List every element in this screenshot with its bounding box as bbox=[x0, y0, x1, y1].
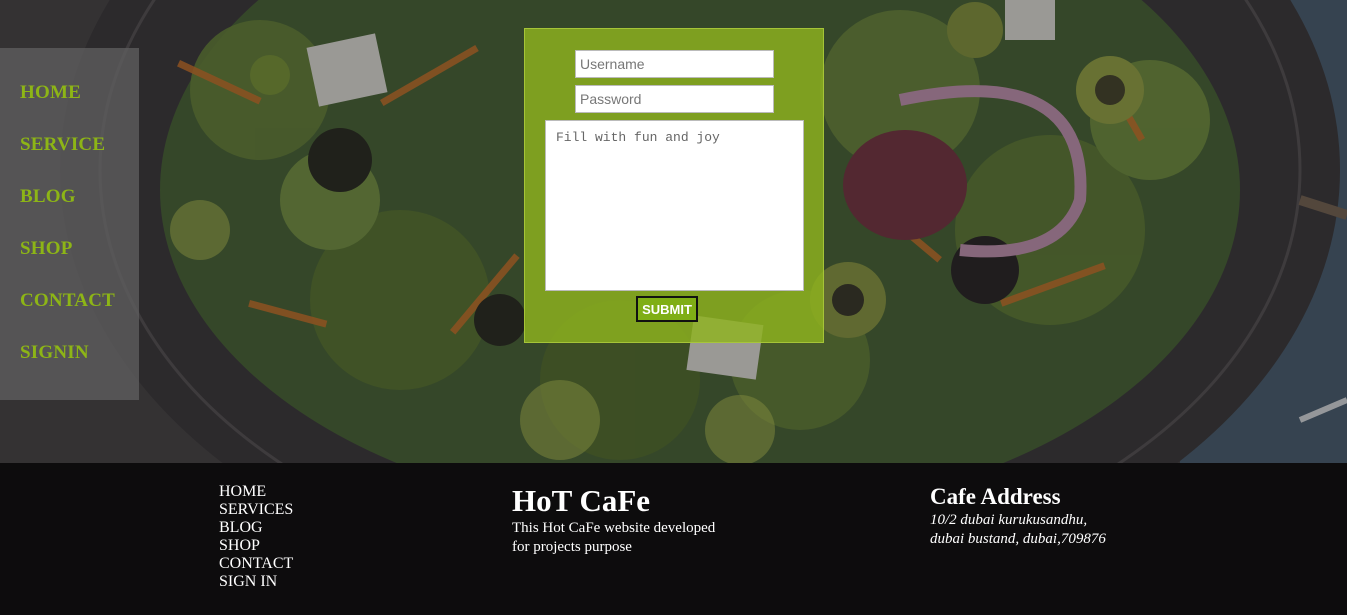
nav-item-home[interactable]: HOME bbox=[20, 82, 81, 104]
footer: HOME SERVICES BLOG SHOP CONTACT SIGN IN … bbox=[0, 463, 1347, 615]
footer-address: Cafe Address 10/2 dubai kurukusandhu, du… bbox=[930, 483, 1160, 549]
address-line-1: 10/2 dubai kurukusandhu, bbox=[930, 512, 1088, 528]
signin-form: SUBMIT bbox=[524, 28, 824, 343]
nav-item-shop[interactable]: SHOP bbox=[20, 238, 73, 260]
nav-item-blog[interactable]: BLOG bbox=[20, 186, 76, 208]
brand-title: HoT CaFe bbox=[512, 483, 651, 518]
address-line-2: dubai bustand, dubai,709876 bbox=[930, 531, 1106, 547]
footer-link-signin[interactable]: SIGN IN bbox=[219, 573, 293, 591]
footer-link-contact[interactable]: CONTACT bbox=[219, 555, 293, 573]
footer-link-home[interactable]: HOME bbox=[219, 483, 293, 501]
password-field[interactable] bbox=[575, 85, 774, 113]
nav-item-contact[interactable]: CONTACT bbox=[20, 290, 115, 312]
address-title: Cafe Address bbox=[930, 484, 1061, 509]
footer-brand: HoT CaFe This Hot CaFe website developed… bbox=[512, 483, 732, 557]
footer-links: HOME SERVICES BLOG SHOP CONTACT SIGN IN bbox=[219, 483, 293, 591]
nav-item-signin[interactable]: SIGNIN bbox=[20, 342, 89, 364]
side-navigation: HOME SERVICE BLOG SHOP CONTACT SIGNIN bbox=[0, 48, 139, 400]
brand-description: This Hot CaFe website developed for proj… bbox=[512, 520, 716, 555]
nav-item-service[interactable]: SERVICE bbox=[20, 134, 105, 156]
submit-button[interactable]: SUBMIT bbox=[636, 296, 698, 322]
footer-link-shop[interactable]: SHOP bbox=[219, 537, 293, 555]
username-field[interactable] bbox=[575, 50, 774, 78]
footer-link-services[interactable]: SERVICES bbox=[219, 501, 293, 519]
message-textarea[interactable] bbox=[545, 120, 804, 291]
footer-link-blog[interactable]: BLOG bbox=[219, 519, 293, 537]
